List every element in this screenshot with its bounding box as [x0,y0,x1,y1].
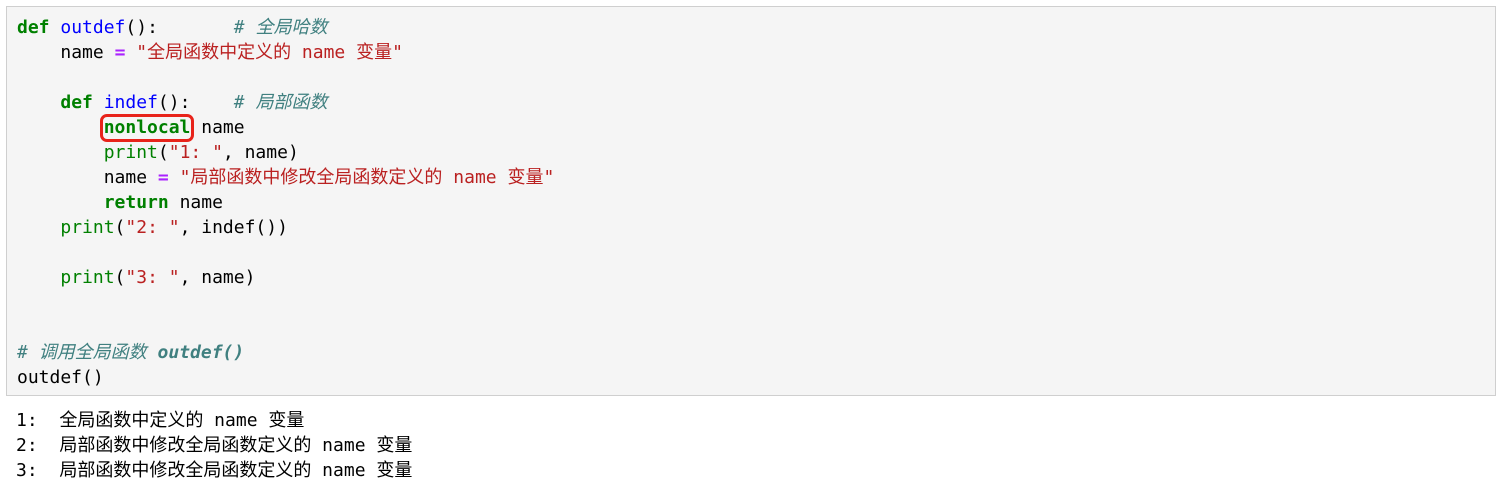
punctuation: (): [157,92,191,113]
string-literal: "2: " [125,217,180,238]
output-line-2: 2: 局部函数中修改全局函数定义的 name 变量 [16,435,413,456]
paren-open: ( [114,217,126,238]
builtin-print: print [103,142,158,163]
variable-name: name [60,42,104,63]
code-line-9: print("2: ", indef()) [17,215,288,240]
paren-open: ( [157,142,169,163]
comment: # 全局哈数 [233,17,328,38]
builtin-print: print [60,267,115,288]
output-line-1: 1: 全局函数中定义的 name 变量 [16,410,305,431]
output-line-3: 3: 局部函数中修改全局函数定义的 name 变量 [16,460,413,481]
code-line-1: def outdef(): # 全局哈数 [17,15,327,40]
function-name-outdef: outdef [60,17,126,38]
code-cell[interactable]: def outdef(): # 全局哈数 name = "全局函数中定义的 na… [6,6,1496,396]
code-line-11: print("3: ", name) [17,265,255,290]
cell-output: 1: 全局函数中定义的 name 变量 2: 局部函数中修改全局函数定义的 na… [16,408,412,483]
string-literal: "全局函数中定义的 name 变量" [136,42,403,63]
code-line-5: nonlocal name [17,114,245,142]
string-literal: "1: " [168,142,223,163]
function-call: outdef() [17,367,104,388]
comment: # 调用全局函数 [17,342,147,363]
punctuation: (): [125,17,158,38]
keyword-nonlocal-highlighted: nonlocal [99,114,195,142]
code-line-7: name = "局部函数中修改全局函数定义的 name 变量" [17,165,555,190]
code-line-8: return name [17,190,223,215]
string-literal: "局部函数中修改全局函数定义的 name 变量" [179,167,555,188]
variable-name: name [201,117,245,138]
call-args: , indef()) [179,217,288,238]
operator-assign: = [157,167,169,188]
keyword-return: return [103,192,169,213]
builtin-print: print [60,217,115,238]
comment-function-ref: outdef() [157,342,245,363]
string-literal: "3: " [125,267,180,288]
call-args: , name) [222,142,299,163]
keyword-def: def [17,17,50,38]
code-line-6: print("1: ", name) [17,140,299,165]
code-line-4: def indef(): # 局部函数 [17,90,327,115]
code-line-15: outdef() [17,365,104,390]
code-line-2: name = "全局函数中定义的 name 变量" [17,40,403,65]
keyword-def: def [60,92,93,113]
variable-name: name [179,192,223,213]
comment: # 局部函数 [233,92,328,113]
variable-name: name [103,167,148,188]
operator-assign: = [114,42,126,63]
call-args: , name) [179,267,256,288]
code-line-14: # 调用全局函数 outdef() [17,340,244,365]
paren-open: ( [114,267,126,288]
function-name-indef: indef [103,92,158,113]
